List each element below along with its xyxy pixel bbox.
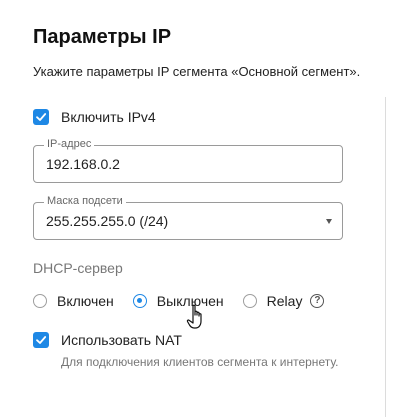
check-icon xyxy=(36,113,47,121)
radio-button[interactable] xyxy=(242,294,257,308)
radio-button[interactable] xyxy=(33,294,47,308)
ipv4-checkbox-row[interactable]: Включить IPv4 xyxy=(33,107,156,127)
nat-checkbox[interactable] xyxy=(33,332,49,348)
radio-button[interactable] xyxy=(132,294,147,308)
ip-address-field[interactable]: IP-адрес 192.168.0.2 xyxy=(33,138,343,183)
hand-pointer-cursor-icon xyxy=(186,304,202,329)
caret-down-icon[interactable] xyxy=(326,219,332,224)
nat-hint-text: Для подключения клиентов сегмента к инте… xyxy=(61,355,339,369)
dhcp-option-disabled[interactable]: Выключен xyxy=(132,293,224,309)
ipv4-checkbox-label: Включить IPv4 xyxy=(61,109,156,125)
page-subtitle: Укажите параметры IP сегмента «Основной … xyxy=(33,64,361,79)
nat-checkbox-row[interactable]: Использовать NAT xyxy=(33,330,182,350)
help-circle-icon[interactable]: ? xyxy=(310,294,325,308)
vertical-divider xyxy=(385,97,386,417)
ip-address-legend: IP-адрес xyxy=(44,138,95,150)
dhcp-option-relay[interactable]: Relay xyxy=(242,293,303,309)
page-title: Параметры IP xyxy=(33,26,172,48)
radio-label: Relay xyxy=(266,293,303,309)
dhcp-section-label: DHCP-сервер xyxy=(33,260,123,276)
ip-address-value[interactable]: 192.168.0.2 xyxy=(46,156,120,172)
subnet-mask-value: 255.255.255.0 (/24) xyxy=(46,213,169,229)
nat-checkbox-label: Использовать NAT xyxy=(61,332,182,348)
subnet-mask-select[interactable]: Маска подсети 255.255.255.0 (/24) xyxy=(33,195,343,240)
check-icon xyxy=(36,336,47,344)
radio-label: Включен xyxy=(57,293,114,309)
ipv4-checkbox[interactable] xyxy=(33,109,49,125)
dhcp-option-enabled[interactable]: Включен xyxy=(33,293,114,309)
dhcp-radio-group: Включен Выключен Relay ? xyxy=(33,291,325,311)
subnet-mask-legend: Маска подсети xyxy=(44,195,126,207)
